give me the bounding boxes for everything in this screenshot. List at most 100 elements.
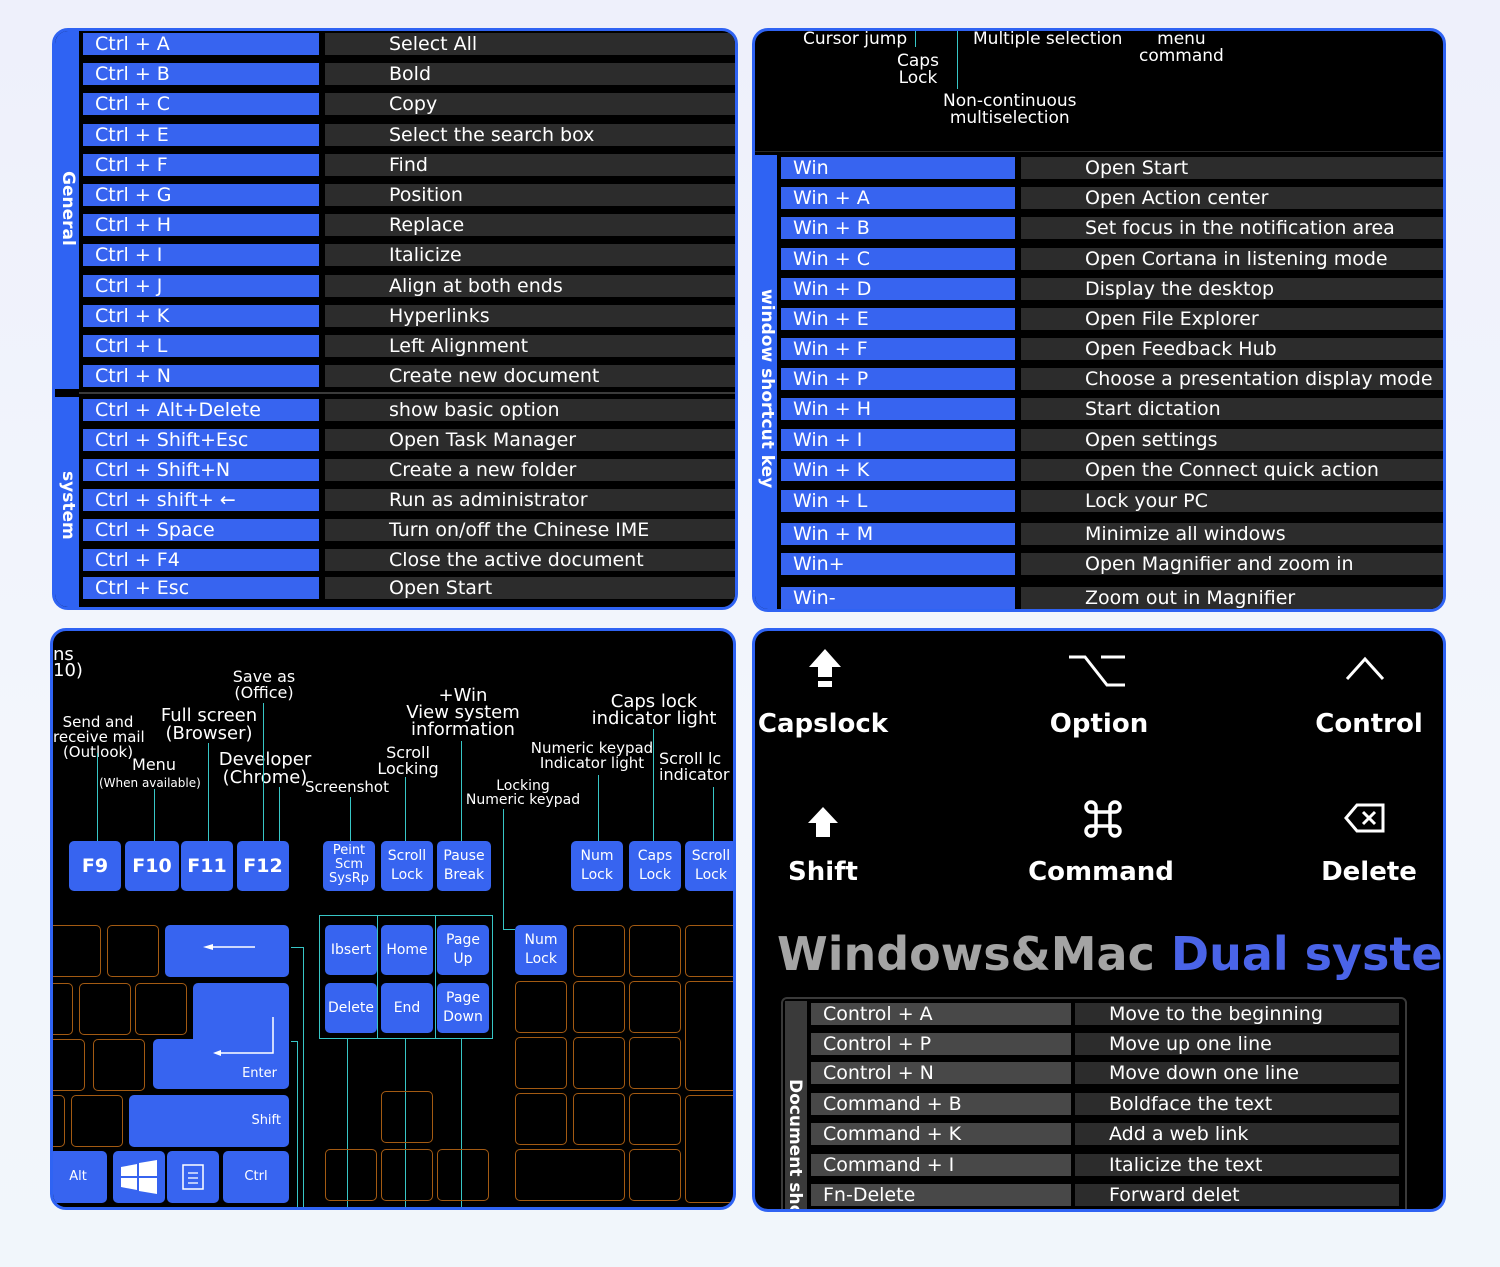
shortcut-row: Ctrl + E Select the search box xyxy=(83,123,735,146)
connector-line xyxy=(350,797,351,841)
ctrl-key[interactable]: Ctrl xyxy=(223,1151,289,1203)
shortcut-key: Ctrl + Alt+Delete xyxy=(83,399,319,421)
shortcut-description: Boldface the text xyxy=(1075,1093,1399,1115)
shortcut-row: Ctrl + Shift+N Create a new folder xyxy=(83,459,735,481)
outline-key xyxy=(325,1149,377,1201)
shortcut-description: Open Feedback Hub xyxy=(1021,338,1443,360)
locking-numeric-label: Locking Numeric keypad xyxy=(465,778,581,808)
f12-key[interactable]: F12 xyxy=(237,841,289,891)
shortcut-row: Ctrl + G Position xyxy=(83,184,735,206)
connector-line xyxy=(503,809,504,929)
f10-key[interactable]: F10 xyxy=(125,841,179,891)
page-down-key[interactable]: Page Down xyxy=(437,983,489,1033)
shortcut-description: Close the active document xyxy=(325,549,735,571)
outline-key xyxy=(381,1091,433,1143)
option-label: Option xyxy=(1049,709,1149,739)
system-label: system xyxy=(58,471,78,540)
delete-label: Delete xyxy=(1321,857,1417,887)
shortcut-row: Ctrl + Space Turn on/off the Chinese IME xyxy=(83,519,735,541)
connector-line xyxy=(279,787,280,841)
shortcut-row: Win + H Start dictation xyxy=(781,398,1443,420)
alt-key[interactable]: Alt xyxy=(53,1151,107,1203)
shortcut-row: Ctrl + F Find xyxy=(83,153,735,176)
scroll-lock-key[interactable]: Scroll Lock xyxy=(381,841,433,891)
shortcut-key: Win + F xyxy=(781,338,1015,360)
shortcut-row: Ctrl + N Create new document xyxy=(83,365,735,388)
shortcut-description: Lock your PC xyxy=(1021,490,1443,512)
shortcut-description: Open Magnifier and zoom in xyxy=(1021,553,1443,575)
shortcut-row: Win + D Display the desktop xyxy=(781,278,1443,300)
windows-key[interactable] xyxy=(113,1151,165,1203)
menu-key[interactable] xyxy=(167,1151,219,1203)
shortcut-description: Select the search box xyxy=(325,123,735,146)
pause-break-key[interactable]: Pause Break xyxy=(437,841,491,891)
shortcut-key: Ctrl + H xyxy=(83,214,319,237)
shortcut-key: Ctrl + F4 xyxy=(83,549,319,571)
shortcut-row: Ctrl + Shift+Esc Open Task Manager xyxy=(83,429,735,451)
print-screen-key[interactable]: Peint Scm SysRp xyxy=(323,841,375,891)
connector-line xyxy=(461,741,462,841)
shortcut-description: Open settings xyxy=(1021,429,1443,451)
connector-line xyxy=(297,1041,298,1207)
command-icon xyxy=(1084,800,1122,838)
outline-key xyxy=(629,925,681,977)
delete-key[interactable]: Delete xyxy=(325,983,377,1033)
capslock-icon xyxy=(809,649,841,687)
capslock-label: Capslock xyxy=(757,709,889,739)
f11-key[interactable]: F11 xyxy=(181,841,233,891)
shortcut-description: Find xyxy=(325,153,735,176)
shortcut-row: Ctrl + J Align at both ends xyxy=(83,274,735,297)
shortcut-row: Ctrl + F4 Close the active document xyxy=(83,549,735,571)
shortcut-key: Ctrl + A xyxy=(83,33,319,55)
page-up-key[interactable]: Page Up xyxy=(437,925,489,975)
shortcut-row: Ctrl + shift+ ← Run as administrator xyxy=(83,489,735,511)
backspace-arrow-icon xyxy=(203,944,255,950)
shortcut-row: Fn-Delete Forward delet xyxy=(811,1184,1399,1206)
num-lock-key[interactable]: Num Lock xyxy=(515,925,567,975)
delete-icon xyxy=(1344,803,1385,833)
backspace-key[interactable] xyxy=(165,925,289,977)
shift-key[interactable]: Shift xyxy=(129,1095,289,1147)
f9-key[interactable]: F9 xyxy=(69,841,121,891)
shortcut-description: Align at both ends xyxy=(325,274,735,297)
shortcut-key: Ctrl + J xyxy=(83,274,319,297)
outline-key xyxy=(515,981,567,1033)
outline-key xyxy=(53,925,101,977)
connector-line xyxy=(377,915,378,1039)
outline-key xyxy=(629,1037,681,1089)
home-key[interactable]: Home xyxy=(381,925,433,975)
shortcut-key: Ctrl + E xyxy=(83,123,319,146)
shortcut-row: Ctrl + C Copy xyxy=(83,93,735,116)
shortcut-row: Ctrl + Alt+Delete show basic option xyxy=(83,399,735,421)
shift-label: Shift xyxy=(251,1113,281,1128)
shortcut-row: Ctrl + H Replace xyxy=(83,214,735,237)
general-shortcuts-panel: General system Ctrl + A Select All Ctrl + … xyxy=(52,28,738,610)
caps-line xyxy=(957,31,958,89)
shortcut-row: Win + E Open File Explorer xyxy=(781,308,1443,330)
shortcut-key: Win + D xyxy=(781,278,1015,300)
shortcut-row: Ctrl + B Bold xyxy=(83,63,735,86)
shortcut-key: Win + A xyxy=(781,187,1015,209)
shortcut-row: Win + M Minimize all windows xyxy=(781,523,1443,545)
shortcut-description: Create new document xyxy=(325,365,735,388)
send-receive-label: Send and receive mail (Outlook) xyxy=(53,713,145,761)
shortcut-key: Win + B xyxy=(781,217,1015,239)
connector-line xyxy=(653,729,654,841)
outline-key xyxy=(573,1037,625,1089)
shortcut-key: Win+ xyxy=(781,553,1015,575)
outline-key xyxy=(515,1149,625,1201)
insert-key[interactable]: Ibsert xyxy=(325,925,377,975)
numeric-indicator-label: Numeric keypad Indicator light xyxy=(530,739,654,772)
shortcut-description: Open Start xyxy=(1021,157,1443,179)
full-screen-label: Full screen (Browser) xyxy=(160,705,258,744)
shortcut-description: Bold xyxy=(325,63,735,86)
end-key[interactable]: End xyxy=(381,983,433,1033)
connector-line xyxy=(263,703,264,841)
outline-key xyxy=(437,1149,489,1201)
win-view-label: +Win View system information xyxy=(406,685,520,740)
connector-line xyxy=(503,929,515,930)
menu-icon xyxy=(182,1164,204,1190)
shortcut-description: Display the desktop xyxy=(1021,278,1443,300)
shortcut-key: Win- xyxy=(781,587,1015,609)
shortcut-row: Win + F Open Feedback Hub xyxy=(781,338,1443,360)
